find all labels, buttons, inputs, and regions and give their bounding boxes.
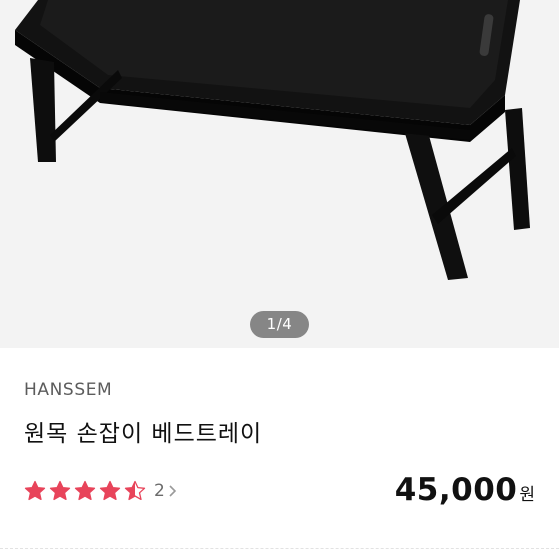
- star-icon: [74, 480, 96, 501]
- price: 45,000 원: [395, 472, 535, 508]
- rating-row[interactable]: 2: [24, 478, 177, 504]
- price-currency: 원: [519, 485, 535, 505]
- product-image-carousel[interactable]: 1/4: [0, 0, 559, 348]
- price-amount: 45,000: [394, 472, 518, 508]
- star-icon: [49, 480, 71, 501]
- chevron-right-icon: [169, 485, 176, 497]
- star-icon: [24, 480, 46, 501]
- brand-name[interactable]: HANSSEM: [24, 380, 112, 400]
- product-title: 원목 손잡이 베드트레이: [24, 421, 263, 447]
- review-count: 2: [154, 481, 165, 501]
- product-image: [15, 0, 530, 280]
- star-icon: [124, 480, 146, 501]
- image-page-indicator: 1/4: [250, 311, 309, 338]
- product-detail-page: 1/4 HANSSEM 원목 손잡이 베드트레이 2 45,000 원: [0, 0, 559, 559]
- star-icon: [99, 480, 121, 501]
- divider: [0, 548, 559, 550]
- rating-stars: [24, 480, 149, 502]
